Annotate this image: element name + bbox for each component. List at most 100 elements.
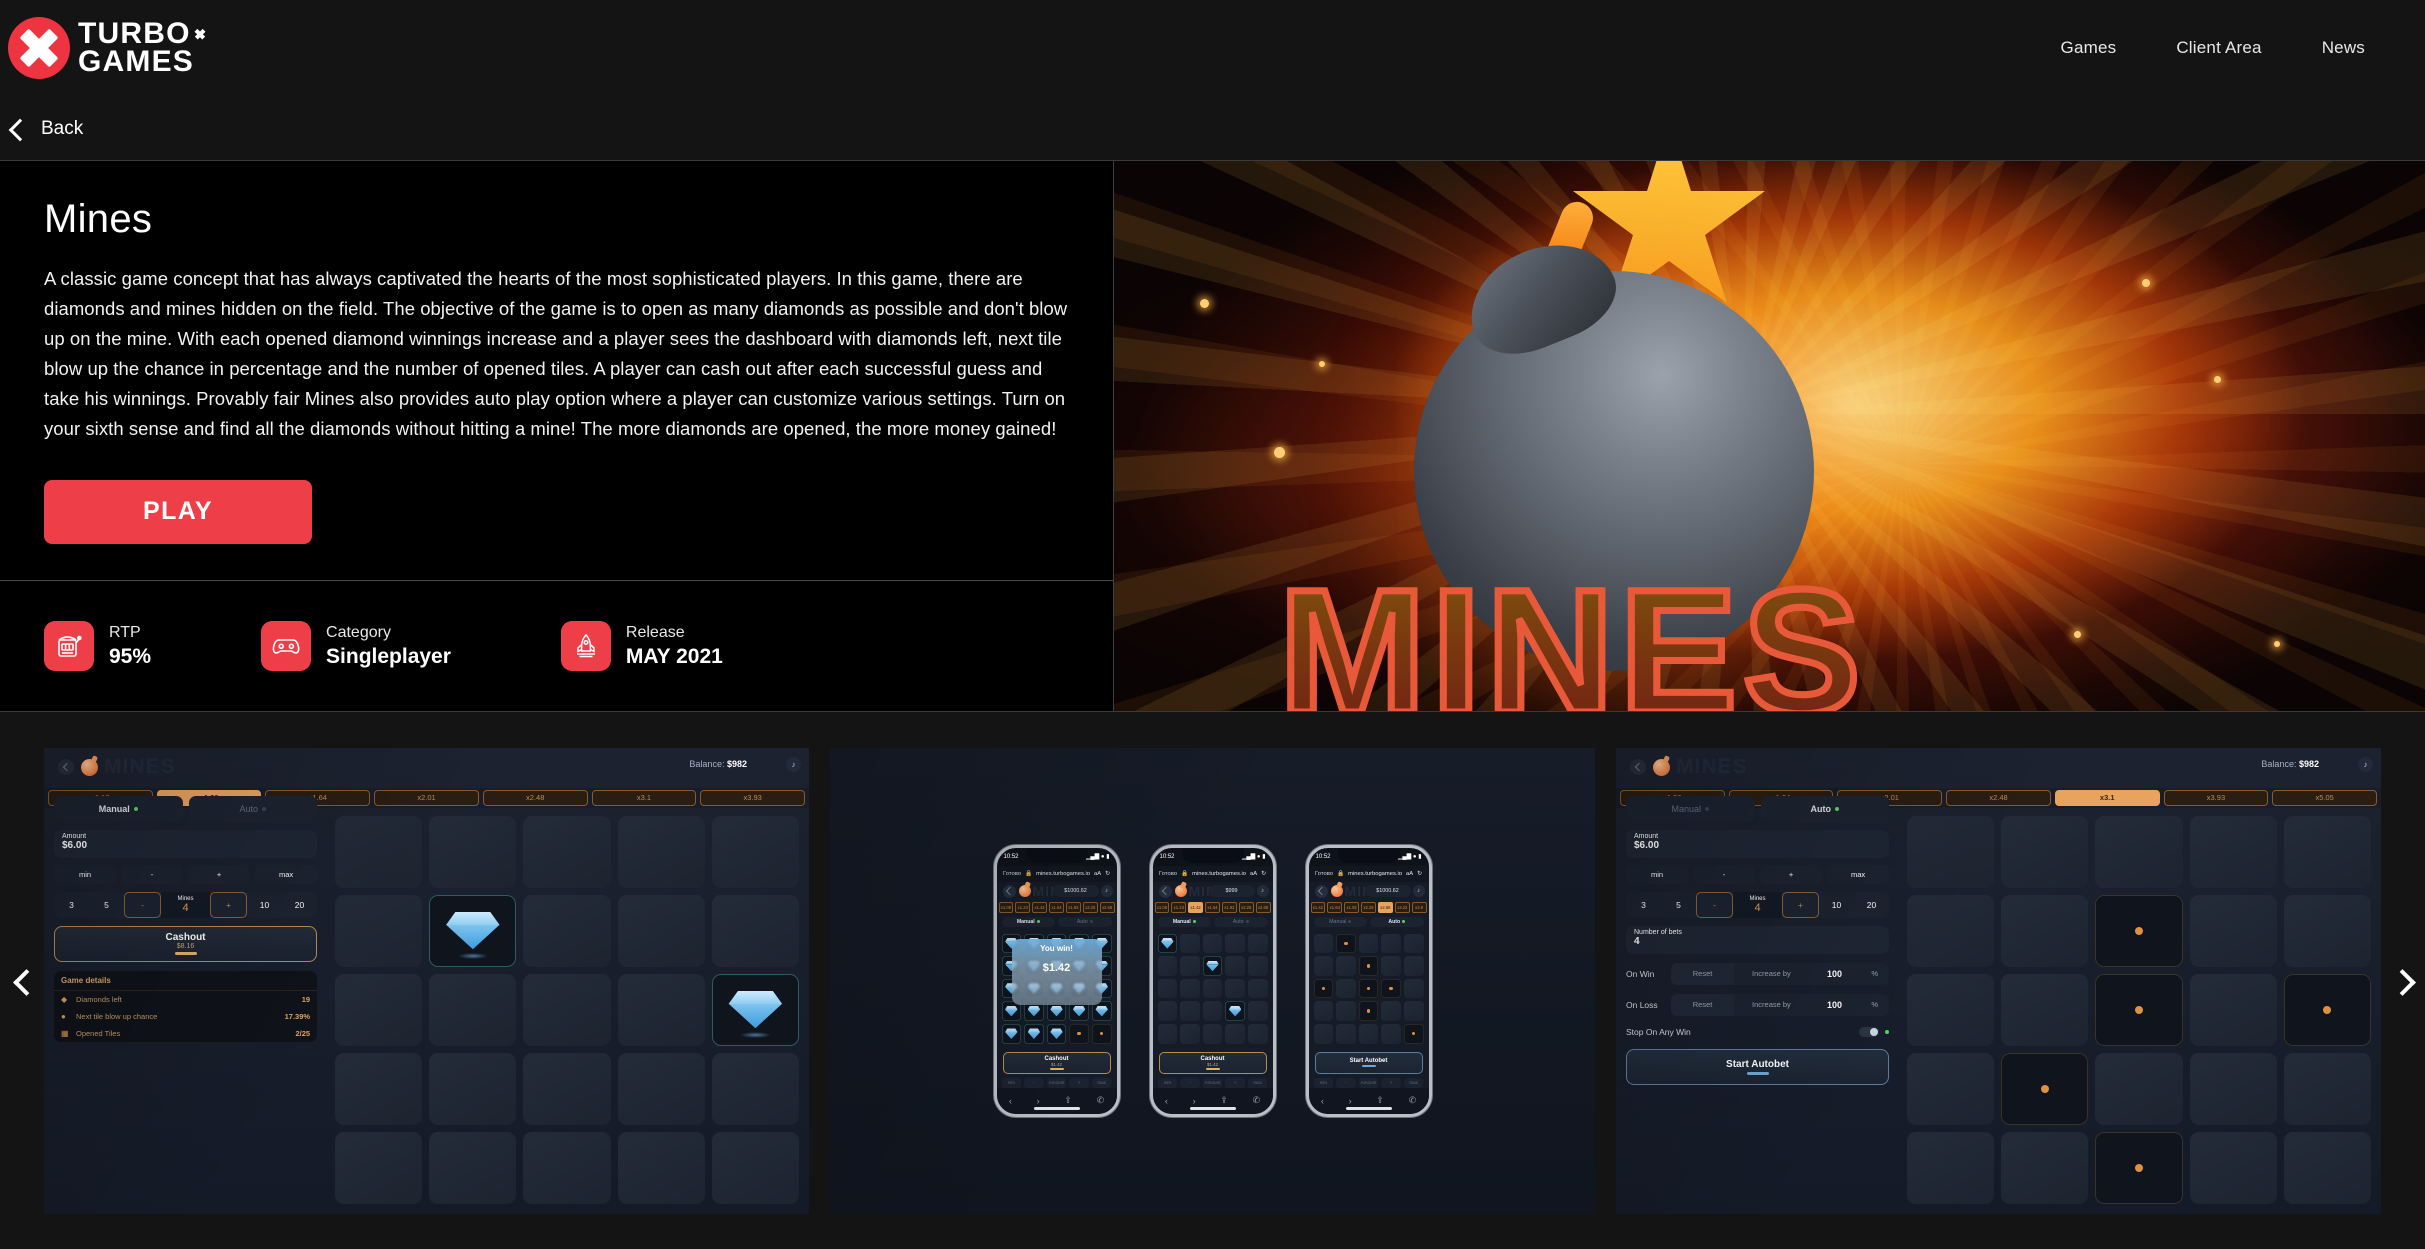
- multiplier-chip[interactable]: x1.23: [1015, 901, 1031, 913]
- grid-cell[interactable]: [1202, 933, 1223, 954]
- reload-icon[interactable]: ↻: [1105, 871, 1110, 877]
- sound-on-icon[interactable]: ♪: [1256, 884, 1269, 897]
- multiplier-chip[interactable]: x1.23: [1171, 901, 1187, 913]
- grid-cell-diamond[interactable]: [1046, 1023, 1067, 1044]
- grid-cell[interactable]: [429, 815, 517, 888]
- carousel-slide-mobile[interactable]: 10:52 ▁▄▇ ● ▮ Готово 🔒 mines.turbogames.…: [830, 747, 1595, 1214]
- amount-plus-button[interactable]: +: [1760, 864, 1823, 884]
- grid-cell[interactable]: [1202, 1023, 1223, 1044]
- grid-cell[interactable]: [1336, 1023, 1356, 1044]
- grid-cell[interactable]: [523, 815, 611, 888]
- amount-max-button[interactable]: max: [1403, 1077, 1424, 1088]
- grid-cell-mine[interactable]: [1091, 1023, 1112, 1044]
- tab-auto[interactable]: Auto: [1058, 916, 1112, 927]
- grid-cell[interactable]: [2001, 894, 2089, 967]
- multiplier-chip[interactable]: x1.92: [1344, 901, 1360, 913]
- sound-on-icon[interactable]: ♪: [1412, 884, 1425, 897]
- grid-cell[interactable]: [1381, 1023, 1401, 1044]
- carousel-prev-button[interactable]: [0, 969, 44, 993]
- grid-cell[interactable]: [335, 1052, 423, 1125]
- grid-cell[interactable]: [1180, 978, 1200, 999]
- browser-url-bar[interactable]: Готово 🔒 mines.turbogames.io aA ↻: [1152, 865, 1273, 882]
- grid-cell[interactable]: [2189, 894, 2277, 967]
- browser-done-label[interactable]: Готово: [1315, 871, 1333, 877]
- number-of-bets-field[interactable]: Number of bets 4: [1626, 925, 1890, 954]
- multiplier-chip[interactable]: x1.92: [1065, 901, 1081, 913]
- browser-back-icon[interactable]: ‹: [1009, 1096, 1012, 1106]
- grid-cell[interactable]: [335, 1131, 423, 1204]
- mines-preset-3[interactable]: 3: [54, 892, 89, 918]
- multiplier-chip-active[interactable]: x2.68: [1377, 901, 1393, 913]
- share-icon[interactable]: ⇪: [1376, 1095, 1384, 1106]
- amount-min-button[interactable]: min: [1626, 864, 1689, 884]
- compass-icon[interactable]: ✆: [1097, 1095, 1105, 1106]
- grid-cell[interactable]: [2095, 1052, 2183, 1125]
- grid-cell[interactable]: [1381, 956, 1401, 976]
- grid-cell[interactable]: [1180, 933, 1200, 954]
- multiplier-chip[interactable]: x3.9: [1411, 901, 1427, 913]
- grid-cell[interactable]: [523, 1052, 611, 1125]
- browser-forward-icon[interactable]: ›: [1037, 1096, 1040, 1106]
- grid-cell-diamond[interactable]: [711, 973, 799, 1046]
- browser-back-icon[interactable]: ‹: [1321, 1096, 1324, 1106]
- mines-preset-3[interactable]: 3: [1626, 892, 1661, 918]
- amount-max-button[interactable]: max: [1827, 864, 1890, 884]
- tab-manual[interactable]: Manual: [1313, 916, 1367, 927]
- carousel-slide-auto[interactable]: MINES Balance: $982 ♪ x1.36 x1.64 x2.01 …: [1616, 747, 2381, 1214]
- amount-minus-button[interactable]: -: [1336, 1077, 1356, 1088]
- amount-plus-button[interactable]: +: [1225, 1077, 1245, 1088]
- multiplier-chip[interactable]: x1.64: [1205, 901, 1220, 913]
- grid-cell[interactable]: [1247, 1001, 1268, 1021]
- grid-cell[interactable]: [2189, 1131, 2277, 1204]
- grid-cell[interactable]: [1180, 1001, 1200, 1021]
- grid-cell[interactable]: [1336, 1001, 1356, 1021]
- multiplier-chip[interactable]: x2.48: [482, 789, 588, 806]
- grid-cell-mine[interactable]: [1358, 978, 1379, 999]
- amount-plus-button[interactable]: +: [1381, 1077, 1401, 1088]
- mines-preset-5[interactable]: 5: [89, 892, 124, 918]
- multiplier-chip[interactable]: x2.68: [1255, 901, 1271, 913]
- grid-cell[interactable]: [2283, 894, 2371, 967]
- tab-manual[interactable]: Manual: [1626, 795, 1755, 822]
- browser-done-label[interactable]: Готово: [1159, 871, 1177, 877]
- grid-cell[interactable]: [617, 1052, 705, 1125]
- nav-link-news[interactable]: News: [2322, 38, 2365, 58]
- grid-cell[interactable]: [1247, 933, 1268, 954]
- grid-cell-diamond[interactable]: [1202, 956, 1223, 976]
- mines-minus-button[interactable]: -: [124, 891, 161, 918]
- sound-on-icon[interactable]: ♪: [786, 756, 801, 772]
- amount-minus-button[interactable]: -: [1693, 864, 1756, 884]
- grid-cell[interactable]: [1403, 1001, 1424, 1021]
- grid-cell[interactable]: [1157, 978, 1178, 999]
- grid-cell[interactable]: [1907, 1131, 1995, 1204]
- grid-cell[interactable]: [1225, 933, 1245, 954]
- grid-cell[interactable]: [1313, 1023, 1334, 1044]
- multiplier-chip[interactable]: x1.08: [1154, 901, 1170, 913]
- grid-cell[interactable]: [2095, 815, 2183, 888]
- play-button[interactable]: PLAY: [44, 479, 312, 544]
- chevron-left-icon[interactable]: [1314, 884, 1328, 898]
- grid-cell[interactable]: [1157, 1001, 1178, 1021]
- browser-url-bar[interactable]: Готово 🔒 mines.turbogames.io aA ↻: [1308, 865, 1429, 882]
- on-win-value[interactable]: 100: [1809, 963, 1861, 985]
- site-logo[interactable]: TURBO GAMES: [8, 17, 208, 79]
- grid-cell[interactable]: [1247, 1023, 1268, 1044]
- sound-on-icon[interactable]: ♪: [1100, 884, 1113, 897]
- grid-cell[interactable]: [2283, 815, 2371, 888]
- multiplier-chip[interactable]: x1.92: [1221, 901, 1237, 913]
- carousel-next-button[interactable]: [2381, 969, 2425, 993]
- amount-minus-button[interactable]: -: [1024, 1077, 1044, 1088]
- grid-cell[interactable]: [335, 894, 423, 967]
- reload-icon[interactable]: ↻: [1261, 871, 1266, 877]
- on-loss-increase-button[interactable]: Increase by: [1734, 994, 1809, 1016]
- grid-cell[interactable]: [1381, 1001, 1401, 1021]
- grid-cell[interactable]: [1336, 956, 1356, 976]
- tab-manual[interactable]: Manual: [1157, 916, 1211, 927]
- amount-minus-button[interactable]: -: [1180, 1077, 1200, 1088]
- amount-min-button[interactable]: min: [1313, 1077, 1334, 1088]
- grid-cell[interactable]: [429, 1052, 517, 1125]
- chevron-left-icon[interactable]: [1002, 884, 1016, 898]
- multiplier-chip[interactable]: x2.48: [1946, 789, 2051, 806]
- grid-cell-mine[interactable]: [1069, 1023, 1089, 1044]
- sound-on-icon[interactable]: ♪: [2358, 756, 2373, 772]
